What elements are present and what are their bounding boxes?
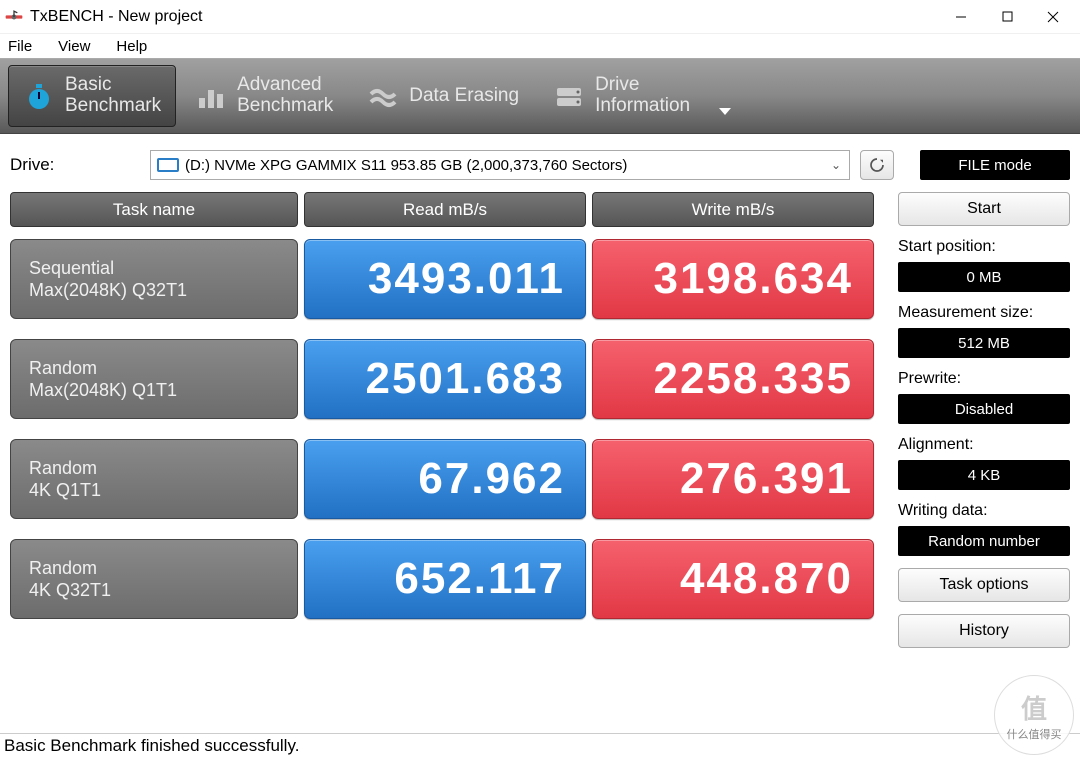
task-title: Random xyxy=(29,357,279,380)
task-title: Sequential xyxy=(29,257,279,280)
task-name-cell: Random Max(2048K) Q1T1 xyxy=(10,339,298,419)
tab-advanced-benchmark[interactable]: Advanced Benchmark xyxy=(180,65,348,127)
table-row: Random 4K Q1T1 67.962 276.391 xyxy=(10,439,880,519)
chevron-down-icon: ⌄ xyxy=(831,158,841,172)
task-name-cell: Random 4K Q1T1 xyxy=(10,439,298,519)
close-button[interactable] xyxy=(1030,0,1076,34)
tab-label: Advanced Benchmark xyxy=(237,75,333,117)
write-value: 448.870 xyxy=(592,539,874,619)
writing-data-label: Writing data: xyxy=(898,502,1070,520)
menu-bar: File View Help xyxy=(0,34,1080,58)
read-value: 3493.011 xyxy=(304,239,586,319)
sidebar: Start Start position: 0 MB Measurement s… xyxy=(898,192,1070,660)
toolbar: Basic Benchmark Advanced Benchmark Data … xyxy=(0,58,1080,134)
drive-label: Drive: xyxy=(10,155,140,175)
chevron-down-icon xyxy=(718,107,732,117)
toolbar-overflow[interactable] xyxy=(709,65,741,127)
header-read: Read mB/s xyxy=(304,192,586,227)
read-value: 652.117 xyxy=(304,539,586,619)
menu-help[interactable]: Help xyxy=(112,36,151,57)
refresh-button[interactable] xyxy=(860,150,894,180)
window-controls xyxy=(938,0,1076,34)
bar-chart-icon xyxy=(195,80,227,112)
title-bar: TxBENCH - New project xyxy=(0,0,1080,34)
task-name-cell: Sequential Max(2048K) Q32T1 xyxy=(10,239,298,319)
measurement-size-value[interactable]: 512 MB xyxy=(898,328,1070,358)
task-title: Random xyxy=(29,457,279,480)
tab-label: Basic Benchmark xyxy=(65,75,161,117)
tab-drive-information[interactable]: Drive Information xyxy=(538,65,705,127)
tab-label: Data Erasing xyxy=(409,86,519,107)
start-button[interactable]: Start xyxy=(898,192,1070,226)
file-mode-indicator[interactable]: FILE mode xyxy=(920,150,1070,180)
drive-select[interactable]: (D:) NVMe XPG GAMMIX S11 953.85 GB (2,00… xyxy=(150,150,850,180)
tab-basic-benchmark[interactable]: Basic Benchmark xyxy=(8,65,176,127)
start-position-value[interactable]: 0 MB xyxy=(898,262,1070,292)
task-subtitle: Max(2048K) Q32T1 xyxy=(29,279,279,302)
task-subtitle: Max(2048K) Q1T1 xyxy=(29,379,279,402)
menu-file[interactable]: File xyxy=(4,36,36,57)
minimize-button[interactable] xyxy=(938,0,984,34)
results-header: Task name Read mB/s Write mB/s xyxy=(10,192,880,227)
table-row: Random Max(2048K) Q1T1 2501.683 2258.335 xyxy=(10,339,880,419)
drive-row: Drive: (D:) NVMe XPG GAMMIX S11 953.85 G… xyxy=(0,134,1080,192)
write-value: 3198.634 xyxy=(592,239,874,319)
app-icon xyxy=(4,7,24,27)
disk-icon xyxy=(157,158,179,172)
tab-data-erasing[interactable]: Data Erasing xyxy=(352,65,534,127)
write-value: 2258.335 xyxy=(592,339,874,419)
main-area: Task name Read mB/s Write mB/s Sequentia… xyxy=(0,192,1080,660)
history-button[interactable]: History xyxy=(898,614,1070,648)
header-task: Task name xyxy=(10,192,298,227)
alignment-label: Alignment: xyxy=(898,436,1070,454)
alignment-value[interactable]: 4 KB xyxy=(898,460,1070,490)
task-subtitle: 4K Q32T1 xyxy=(29,579,279,602)
write-value: 276.391 xyxy=(592,439,874,519)
table-row: Sequential Max(2048K) Q32T1 3493.011 319… xyxy=(10,239,880,319)
menu-view[interactable]: View xyxy=(54,36,94,57)
stopwatch-icon xyxy=(23,80,55,112)
prewrite-label: Prewrite: xyxy=(898,370,1070,388)
erase-icon xyxy=(367,80,399,112)
measurement-size-label: Measurement size: xyxy=(898,304,1070,322)
task-subtitle: 4K Q1T1 xyxy=(29,479,279,502)
writing-data-value[interactable]: Random number xyxy=(898,526,1070,556)
start-position-label: Start position: xyxy=(898,238,1070,256)
status-bar: Basic Benchmark finished successfully. xyxy=(0,733,1080,761)
task-options-button[interactable]: Task options xyxy=(898,568,1070,602)
results-table: Task name Read mB/s Write mB/s Sequentia… xyxy=(10,192,880,660)
drive-selected-text: (D:) NVMe XPG GAMMIX S11 953.85 GB (2,00… xyxy=(185,157,627,174)
read-value: 67.962 xyxy=(304,439,586,519)
maximize-button[interactable] xyxy=(984,0,1030,34)
header-write: Write mB/s xyxy=(592,192,874,227)
tab-label: Drive Information xyxy=(595,75,690,117)
window-title: TxBENCH - New project xyxy=(30,8,202,26)
read-value: 2501.683 xyxy=(304,339,586,419)
task-title: Random xyxy=(29,557,279,580)
refresh-icon xyxy=(868,156,886,174)
watermark-logo: 值 xyxy=(1021,689,1047,726)
table-row: Random 4K Q32T1 652.117 448.870 xyxy=(10,539,880,619)
task-name-cell: Random 4K Q32T1 xyxy=(10,539,298,619)
drive-icon xyxy=(553,80,585,112)
prewrite-value[interactable]: Disabled xyxy=(898,394,1070,424)
